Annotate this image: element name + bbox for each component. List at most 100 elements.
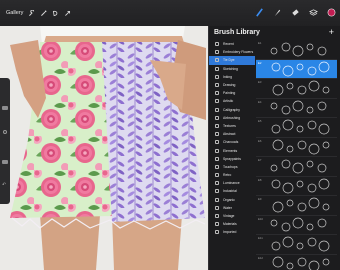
brush-set-item[interactable]: Abstract [209, 130, 255, 138]
opacity-slider[interactable] [2, 160, 8, 164]
brush-set-icon [215, 66, 219, 71]
wrench-icon[interactable] [27, 9, 35, 17]
brush-set-icon [215, 230, 219, 235]
brush-item[interactable]: E4 [256, 99, 337, 118]
brush-set-icon [215, 164, 219, 169]
gallery-button[interactable]: Gallery [6, 10, 23, 16]
brush-name: E12 [258, 255, 263, 260]
brush-set-item[interactable]: Spraypaints [209, 155, 255, 163]
brush-name: E6 [258, 138, 262, 143]
brush-size-slider[interactable] [2, 106, 8, 110]
brush-name: E4 [258, 99, 262, 104]
brush-set-icon [215, 107, 219, 112]
brush-set-label: Spraypaints [223, 156, 241, 161]
layers-icon[interactable] [308, 4, 319, 22]
brush-item[interactable]: E10 [256, 216, 337, 235]
color-swatch[interactable] [327, 4, 336, 22]
brush-item[interactable]: E6 [256, 138, 337, 157]
brush-set-label: Industrial [223, 189, 237, 194]
brush-item[interactable]: E9 [256, 196, 337, 216]
wand-icon[interactable] [39, 9, 47, 17]
brush-set-item[interactable]: Calligraphy [209, 106, 255, 114]
brush-stroke-preview [270, 159, 327, 174]
brush-set-icon [215, 156, 219, 161]
brush-set-label: Charcoals [223, 140, 239, 145]
brush-set-item[interactable]: Industrial [209, 187, 255, 195]
brush-item[interactable]: E11 [256, 235, 337, 255]
undo-icon[interactable]: ↶ [2, 182, 6, 188]
brush-set-label: Materials [223, 222, 237, 227]
brush-set-label: Sketching [223, 66, 238, 71]
brush-set-item[interactable]: Imported [209, 228, 255, 236]
brush-item[interactable]: E7 [256, 157, 337, 177]
brush-set-item[interactable]: Water [209, 204, 255, 212]
brush-set-item[interactable]: Painting [209, 89, 255, 97]
brush-name: E2 [258, 60, 262, 65]
brush-stroke-preview [271, 236, 330, 252]
brush-set-label: Drawing [223, 83, 236, 88]
brush-set-label: Vintage [223, 214, 235, 219]
brush-set-label: Luminance [223, 181, 240, 186]
brush-item[interactable]: E1 [256, 40, 337, 60]
brush-item[interactable]: E8 [256, 177, 337, 196]
brush-set-item[interactable]: Luminance [209, 179, 255, 187]
brush-set-label: Artistic [223, 99, 234, 104]
brush-set-icon [215, 197, 219, 202]
brush-set-label: Retro [223, 173, 232, 178]
brush-name: E11 [258, 236, 263, 240]
procreate-window: Gallery ↶ Brush Library + Recent Embroid… [0, 0, 340, 270]
brush-name: E9 [258, 197, 262, 201]
brush-item[interactable]: E5 [256, 118, 337, 138]
brush-set-list: Recent Embroidery Flowers Tie Dye Sketching… [209, 40, 255, 237]
brush-stroke-preview [272, 80, 330, 96]
brush-set-label: Airbrushing [223, 115, 241, 120]
brush-stroke-preview [272, 139, 330, 154]
brush-set-item[interactable]: Vintage [209, 212, 255, 220]
brush-set-icon [215, 132, 219, 137]
brush-set-icon [215, 123, 219, 128]
selection-icon[interactable] [51, 9, 59, 17]
brush-set-item[interactable]: Textures [209, 122, 255, 130]
brush-set-item[interactable]: Organic [209, 196, 255, 204]
brush-stroke-preview [270, 42, 327, 57]
brush-set-icon [215, 83, 219, 88]
brush-set-item[interactable]: Tie Dye [209, 56, 255, 65]
brush-name: E8 [258, 177, 262, 182]
brush-name: E7 [258, 158, 262, 162]
brush-set-item[interactable]: Elements [209, 146, 255, 154]
brush-set-item[interactable]: Inking [209, 73, 255, 81]
brush-item[interactable]: E3 [256, 79, 337, 99]
brush-item[interactable]: E12 [256, 255, 337, 270]
brush-set-icon [215, 140, 219, 145]
brush-set-label: Painting [223, 91, 236, 96]
brush-set-item[interactable]: Recent [209, 40, 255, 48]
brush-set-label: Organic [223, 197, 235, 202]
brush-set-label: Touchups [223, 164, 238, 169]
brush-set-icon [215, 205, 219, 210]
smudge-icon[interactable] [273, 4, 282, 22]
brush-item[interactable]: E2 [256, 59, 337, 79]
brush-set-label: Embroidery Flowers [223, 50, 254, 55]
brush-set-item[interactable]: Drawing [209, 81, 255, 89]
brush-set-item[interactable]: Embroidery Flowers [209, 48, 255, 56]
modify-button[interactable] [3, 130, 7, 134]
brush-set-icon [215, 214, 219, 219]
brush-set-icon [215, 91, 219, 96]
brush-set-item[interactable]: Materials [209, 220, 255, 228]
transform-icon[interactable] [63, 9, 71, 17]
brush-set-icon [215, 42, 219, 47]
brush-set-item[interactable]: Charcoals [209, 138, 255, 146]
brush-set-item[interactable]: Touchups [209, 163, 255, 171]
brush-set-item[interactable]: Artistic [209, 97, 255, 105]
brush-name: E3 [258, 80, 262, 84]
brush-set-icon [215, 189, 219, 194]
brush-stroke-preview [270, 100, 327, 114]
eraser-icon[interactable] [291, 4, 300, 22]
brush-set-item[interactable]: Sketching [209, 65, 255, 73]
add-brush-button[interactable]: + [329, 27, 334, 37]
brush-set-item[interactable]: Airbrushing [209, 114, 255, 122]
brush-name: E5 [258, 119, 262, 123]
panel-title: Brush Library [214, 29, 260, 36]
brush-set-item[interactable]: Retro [209, 171, 255, 179]
brush-icon[interactable] [255, 4, 264, 22]
